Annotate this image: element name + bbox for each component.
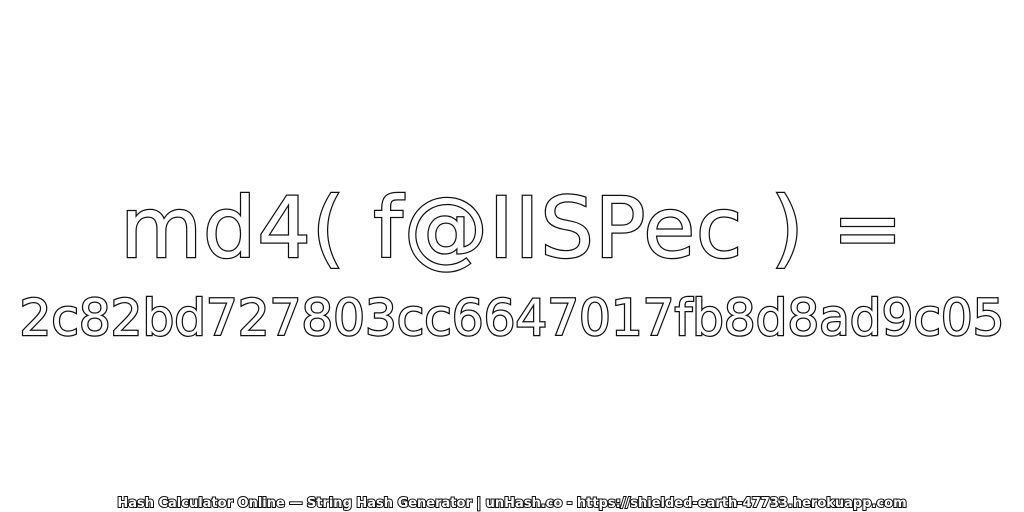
footer-credit: Hash Calculator Online — String Hash Gen… <box>116 495 907 512</box>
hash-image-canvas: md4( f@IISPec ) = 2c82bd727803cc6647017f… <box>0 0 1024 512</box>
hash-value: 2c82bd727803cc6647017fb8d8ad9c05 <box>18 288 1005 349</box>
hash-expression: md4( f@IISPec ) = <box>119 178 904 279</box>
